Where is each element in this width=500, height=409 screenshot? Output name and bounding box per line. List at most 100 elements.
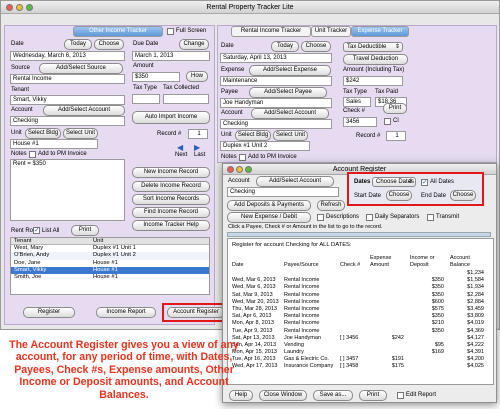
register-payee[interactable]: Rental Income xyxy=(284,320,340,327)
register-expense[interactable] xyxy=(370,277,410,284)
auto-import-button[interactable]: Auto Import Income xyxy=(132,111,210,124)
expense-today-button[interactable]: Today xyxy=(271,41,299,52)
register-account-field[interactable]: Checking xyxy=(227,187,339,197)
register-close-icon[interactable] xyxy=(227,166,234,173)
full-screen-checkbox[interactable] xyxy=(167,28,174,35)
register-report[interactable]: Register for account Checking for ALL DA… xyxy=(227,238,494,385)
save-as-button[interactable]: Save as... xyxy=(313,390,353,401)
register-row[interactable]: Wed, Mar 6, 2013 Rental Income $350 $1,934 xyxy=(228,284,493,291)
register-check[interactable] xyxy=(340,277,370,284)
expense-choose-button[interactable]: Choose xyxy=(301,41,331,52)
add-expense-button[interactable]: Add/Select Expense xyxy=(249,65,331,76)
register-income[interactable]: $169 xyxy=(410,349,450,356)
all-dates-checkbox[interactable] xyxy=(421,178,428,186)
expense-record-field[interactable]: 1 xyxy=(386,131,406,141)
register-expense[interactable] xyxy=(370,292,410,299)
last-icon[interactable]: ▶ xyxy=(194,143,200,152)
cleared-checkbox[interactable] xyxy=(384,118,391,125)
register-add-account-button[interactable]: Add/Select Account xyxy=(256,176,334,187)
register-income[interactable]: $95 xyxy=(410,342,450,349)
income-unit-field[interactable]: House #1 xyxy=(10,139,98,149)
register-row[interactable]: Sun, Apr 14, 2013 Vending $95 $4,222 xyxy=(228,342,493,349)
register-income[interactable] xyxy=(410,363,450,370)
register-payee[interactable]: Joe Handyman xyxy=(284,335,340,342)
register-income[interactable]: $350 xyxy=(410,292,450,299)
register-check[interactable] xyxy=(340,306,370,313)
register-income[interactable] xyxy=(410,335,450,342)
register-row[interactable]: Tue, Apr 16, 2013 Gas & Electric Co.[ ] 3… xyxy=(228,356,493,363)
end-date-choose-button[interactable]: Choose xyxy=(450,190,476,201)
register-expense[interactable]: $242 xyxy=(370,335,410,342)
register-minimize-icon[interactable] xyxy=(236,166,243,173)
register-row[interactable]: Wed, Mar 20, 2013 Rental Income $600 $2,884 xyxy=(228,299,493,306)
register-check[interactable] xyxy=(340,328,370,335)
table-row[interactable]: West, Mary Duplex #1 Unit 1 xyxy=(11,245,209,252)
register-row[interactable]: Sat, Mar 9, 2013 Rental Income $350 $2,284 xyxy=(228,292,493,299)
income-pm-invoice-checkbox[interactable] xyxy=(29,151,36,158)
tab-unit-tracker[interactable]: Unit Tracker xyxy=(311,26,351,37)
register-income[interactable] xyxy=(410,270,450,277)
zoom-icon[interactable] xyxy=(26,4,33,11)
register-payee[interactable]: Vending xyxy=(284,342,340,349)
register-payee[interactable]: Rental Income xyxy=(284,284,340,291)
amount-field[interactable]: $350 xyxy=(132,72,180,82)
tax-collected-field[interactable] xyxy=(163,94,209,104)
income-choose-button[interactable]: Choose xyxy=(94,39,124,50)
rent-roll-print-button[interactable]: Print xyxy=(71,225,99,236)
register-payee[interactable]: Rental Income xyxy=(284,306,340,313)
next-icon[interactable]: ◀ xyxy=(177,143,183,152)
register-payee[interactable]: Rental Income xyxy=(284,313,340,320)
register-income[interactable]: $575 xyxy=(410,306,450,313)
minimize-icon[interactable] xyxy=(16,4,23,11)
register-income[interactable]: $350 xyxy=(410,277,450,284)
list-all-checkbox[interactable] xyxy=(33,226,40,234)
income-account-field[interactable]: Checking xyxy=(10,116,125,126)
income-record-field[interactable]: 1 xyxy=(188,129,208,139)
tab-rental-income[interactable]: Rental Income Tracker xyxy=(231,26,311,37)
choose-dates-select[interactable]: Choose Dates xyxy=(372,177,416,187)
income-today-button[interactable]: Today xyxy=(64,39,92,50)
register-row[interactable]: Mon, Apr 15, 2013 Laundry $169 $4,391 xyxy=(228,349,493,356)
expense-field[interactable]: Maintenance xyxy=(220,76,332,86)
register-income[interactable]: $350 xyxy=(410,328,450,335)
register-expense[interactable] xyxy=(370,328,410,335)
check-print-button[interactable]: Print xyxy=(383,103,407,114)
income-add-account-button[interactable]: Add/Select Account xyxy=(43,105,125,116)
register-expense[interactable] xyxy=(370,313,410,320)
register-payee[interactable]: Rental Income xyxy=(284,292,340,299)
expense-select-unit-button[interactable]: Select Unit xyxy=(273,130,308,141)
income-report-button[interactable]: Income Report xyxy=(96,307,156,318)
register-check[interactable] xyxy=(340,342,370,349)
tab-other-income[interactable]: Other Income Tracker xyxy=(73,26,163,37)
close-icon[interactable] xyxy=(6,4,13,11)
tab-expense[interactable]: Expense Tracker xyxy=(351,26,409,37)
expense-add-account-button[interactable]: Add/Select Account xyxy=(251,108,329,119)
new-expense-button[interactable]: New Expense / Debit xyxy=(227,212,311,223)
income-select-unit-button[interactable]: Select Unit xyxy=(63,128,98,139)
expense-account-field[interactable]: Checking xyxy=(220,119,332,129)
register-check[interactable] xyxy=(340,284,370,291)
register-income[interactable]: $210 xyxy=(410,320,450,327)
register-check[interactable] xyxy=(340,313,370,320)
income-date-field[interactable]: Wednesday, March 6, 2013 xyxy=(10,51,125,61)
register-row[interactable]: Sat, Apr 6, 2013 Rental Income $350 $3,809 xyxy=(228,313,493,320)
start-date-choose-button[interactable]: Choose xyxy=(386,190,412,201)
table-row[interactable]: Doe, Jane House #1 xyxy=(11,260,209,267)
register-income[interactable] xyxy=(410,356,450,363)
close-window-button[interactable]: Close Window xyxy=(259,390,307,401)
register-row[interactable]: Wed, Apr 17, 2013 Insurance Company[ ] 34… xyxy=(228,363,493,370)
expense-amount-field[interactable]: $242 xyxy=(343,76,403,86)
descriptions-checkbox[interactable] xyxy=(317,214,324,221)
income-select-bldg-button[interactable]: Select Bldg xyxy=(25,128,61,139)
register-income[interactable]: $350 xyxy=(410,313,450,320)
transmit-checkbox[interactable] xyxy=(427,214,434,221)
table-row[interactable]: O'Brien, Andy Duplex #1 Unit 2 xyxy=(11,252,209,260)
delete-income-record-button[interactable]: Delete Income Record xyxy=(132,181,210,192)
how-button[interactable]: How xyxy=(186,71,208,82)
expense-pm-invoice-checkbox[interactable] xyxy=(239,154,246,161)
register-expense[interactable] xyxy=(370,320,410,327)
source-field[interactable]: Rental Income xyxy=(10,74,125,84)
expense-select-bldg-button[interactable]: Select Bldg xyxy=(235,130,271,141)
table-row-selected[interactable]: Smart, Vikky House #1 xyxy=(11,266,209,274)
register-expense[interactable]: $191 xyxy=(370,356,410,363)
